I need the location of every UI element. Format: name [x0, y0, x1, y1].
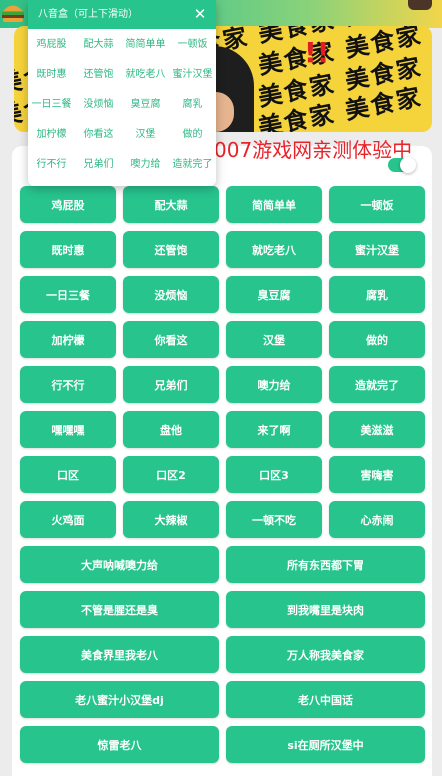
- panel-sound-item[interactable]: 鸡屁股: [28, 30, 75, 60]
- panel-sound-item[interactable]: 汉堡: [122, 120, 169, 150]
- panel-sound-item[interactable]: 还管饱: [75, 60, 122, 90]
- sound-button[interactable]: 一顿不吃: [226, 501, 322, 538]
- sound-button[interactable]: 简简单单: [226, 186, 322, 223]
- sound-button[interactable]: 盘他: [123, 411, 219, 448]
- burger-icon[interactable]: [0, 0, 26, 26]
- sound-button[interactable]: 鸡屁股: [20, 186, 116, 223]
- sound-button-wide[interactable]: 老八中国话: [226, 681, 425, 718]
- panel-sound-item[interactable]: 噢力给: [122, 150, 169, 180]
- sound-button[interactable]: 心赤闹: [329, 501, 425, 538]
- sound-button[interactable]: 没烦恼: [123, 276, 219, 313]
- sound-button-wide[interactable]: 美食界里我老八: [20, 636, 219, 673]
- banner-exclaim: !!: [304, 36, 330, 69]
- sound-button[interactable]: 造就完了: [329, 366, 425, 403]
- panel-sound-item[interactable]: 蜜汁汉堡: [169, 60, 216, 90]
- sound-button[interactable]: 腐乳: [329, 276, 425, 313]
- sound-button[interactable]: 大辣椒: [123, 501, 219, 538]
- close-icon[interactable]: ✕: [190, 4, 210, 24]
- sound-button-wide[interactable]: 惊雷老八: [20, 726, 219, 763]
- sound-button[interactable]: 蜜汁汉堡: [329, 231, 425, 268]
- sound-button[interactable]: 行不行: [20, 366, 116, 403]
- music-box-panel: 八音盒（可上下滑动） ✕ 鸡屁股 配大蒜 简简单单 一顿饭既时惠 还管饱 就吃老八 蜜汁汉堡…: [28, 0, 216, 186]
- avatar: [408, 0, 432, 10]
- sound-button-wide[interactable]: 老八蜜汁小汉堡dj: [20, 681, 219, 718]
- sound-button-wide[interactable]: 不管是腥还是臭: [20, 591, 219, 628]
- panel-title: 八音盒（可上下滑动）: [28, 0, 216, 29]
- sound-button[interactable]: 既时惠: [20, 231, 116, 268]
- sound-button-wide[interactable]: 大声呐喊噢力给: [20, 546, 219, 583]
- panel-sound-item[interactable]: 简简单单: [122, 30, 169, 60]
- panel-sound-item[interactable]: 腐乳: [169, 90, 216, 120]
- panel-sound-item[interactable]: 臭豆腐: [122, 90, 169, 120]
- panel-sound-item[interactable]: 既时惠: [28, 60, 75, 90]
- sound-button[interactable]: 口区2: [123, 456, 219, 493]
- sound-button-wide[interactable]: si在厕所汉堡中: [226, 726, 425, 763]
- sound-button[interactable]: 你看这: [123, 321, 219, 358]
- panel-sound-item[interactable]: 没烦恼: [75, 90, 122, 120]
- sound-button-wide[interactable]: 万人称我美食家: [226, 636, 425, 673]
- autoplay-toggle[interactable]: [388, 157, 416, 173]
- panel-sound-item[interactable]: 做的: [169, 120, 216, 150]
- sound-button[interactable]: 做的: [329, 321, 425, 358]
- toggle-knob: [400, 157, 416, 173]
- sound-button[interactable]: 配大蒜: [123, 186, 219, 223]
- panel-sound-item[interactable]: 配大蒜: [75, 30, 122, 60]
- sound-button[interactable]: 汉堡: [226, 321, 322, 358]
- sound-button[interactable]: 就吃老八: [226, 231, 322, 268]
- sound-button-wide[interactable]: 所有东西都下胃: [226, 546, 425, 583]
- sound-button[interactable]: 火鸡面: [20, 501, 116, 538]
- panel-sound-item[interactable]: 一日三餐: [28, 90, 75, 120]
- panel-sound-item[interactable]: 行不行: [28, 150, 75, 180]
- sound-button[interactable]: 嘿嘿嘿: [20, 411, 116, 448]
- sound-button[interactable]: 还管饱: [123, 231, 219, 268]
- panel-sound-item[interactable]: 加柠檬: [28, 120, 75, 150]
- sound-button[interactable]: 一顿饭: [329, 186, 425, 223]
- sound-button[interactable]: 美滋滋: [329, 411, 425, 448]
- marquee-text: 007游戏网亲测体验中: [214, 138, 413, 162]
- panel-sound-item[interactable]: 就吃老八: [122, 60, 169, 90]
- sound-button[interactable]: 加柠檬: [20, 321, 116, 358]
- sound-button[interactable]: 害嗨害: [329, 456, 425, 493]
- sound-button[interactable]: 口区: [20, 456, 116, 493]
- panel-sound-item[interactable]: 造就完了: [169, 150, 216, 180]
- sound-button[interactable]: 噢力给: [226, 366, 322, 403]
- sound-button[interactable]: 兄弟们: [123, 366, 219, 403]
- sound-button[interactable]: 来了啊: [226, 411, 322, 448]
- panel-sound-item[interactable]: 一顿饭: [169, 30, 216, 60]
- sound-button[interactable]: 口区3: [226, 456, 322, 493]
- sound-button[interactable]: 一日三餐: [20, 276, 116, 313]
- sound-button[interactable]: 臭豆腐: [226, 276, 322, 313]
- sound-button-wide[interactable]: 到我嘴里是块肉: [226, 591, 425, 628]
- panel-sound-item[interactable]: 你看这: [75, 120, 122, 150]
- panel-sound-item[interactable]: 兄弟们: [75, 150, 122, 180]
